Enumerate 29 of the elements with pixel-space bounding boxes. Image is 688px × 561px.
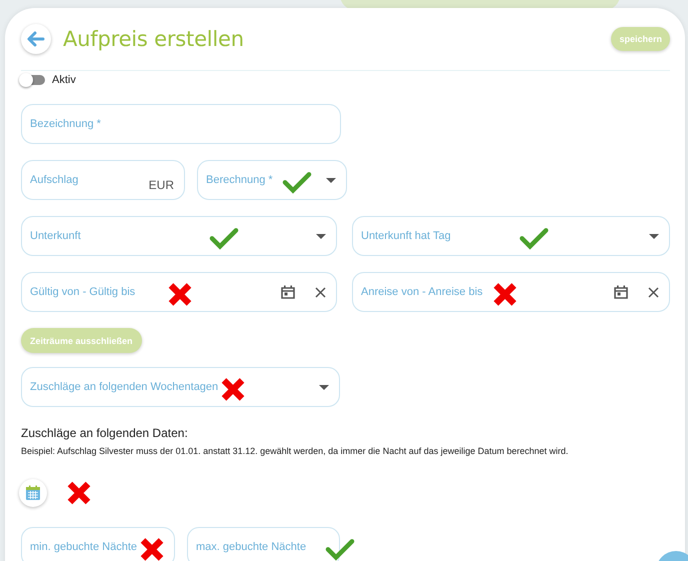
- calendar-icon: [25, 485, 41, 501]
- toggle-label: Aktiv: [52, 74, 76, 86]
- date-range-field[interactable]: Anreise von - Anreise bis: [352, 272, 670, 312]
- input-field[interactable]: Bezeichnung *: [21, 104, 341, 144]
- back-arrow-icon: [27, 31, 45, 47]
- toggle-switch[interactable]: [21, 75, 45, 85]
- calendar-icon[interactable]: [614, 285, 628, 299]
- dropdown-arrow-icon[interactable]: [326, 178, 336, 182]
- back-button[interactable]: [21, 24, 51, 54]
- input-field[interactable]: max. gebuchte Nächte: [187, 527, 340, 561]
- input-field[interactable]: min. gebuchte Nächte: [21, 527, 175, 561]
- hint-text: Beispiel: Aufschlag Silvester muss der 01.01. anstatt 31.12. gewählt werden, da immer die Nacht auf das jeweilige Datum berechnet wird.: [21, 446, 570, 456]
- date-range-field[interactable]: Gültig von - Gültig bis: [21, 272, 337, 312]
- clear-icon[interactable]: [648, 286, 659, 298]
- select-field[interactable]: Unterkunft: [21, 216, 337, 256]
- select-field[interactable]: Berechnung *: [197, 160, 347, 200]
- dropdown-arrow-icon[interactable]: [319, 384, 329, 390]
- save-button[interactable]: speichern: [611, 27, 670, 51]
- select-field[interactable]: Zuschläge an folgenden Wochentagen: [21, 367, 340, 407]
- dropdown-arrow-icon[interactable]: [649, 234, 659, 238]
- select-field[interactable]: Unterkunft hat Tag: [352, 216, 670, 256]
- clear-icon[interactable]: [315, 286, 326, 298]
- calendar-icon[interactable]: [281, 285, 295, 299]
- dropdown-arrow-icon[interactable]: [316, 234, 326, 238]
- page-title: Aufpreis erstellen: [63, 27, 245, 51]
- exclude-periods-button[interactable]: Zeiträume ausschließen: [21, 328, 142, 353]
- currency-unit: EUR: [148, 178, 174, 192]
- section-heading: Zuschläge an folgenden Daten:: [21, 426, 189, 440]
- input-field[interactable]: Aufschlag EUR: [21, 160, 185, 200]
